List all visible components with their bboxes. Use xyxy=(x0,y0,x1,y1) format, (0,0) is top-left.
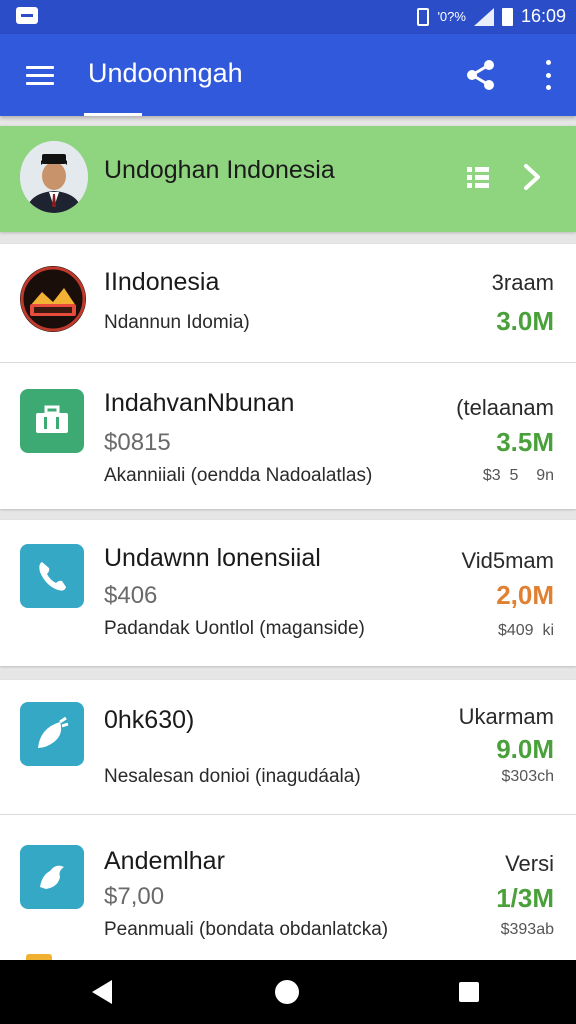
banner-title: Undoghan Indonesia xyxy=(104,156,335,184)
item-price: $0815 xyxy=(104,429,171,456)
phone-icon xyxy=(20,544,84,608)
item-description: Nesalesan donioi (inagudáala) xyxy=(104,766,361,787)
item-label: (telaanam xyxy=(456,395,554,420)
item-value: 9.0M xyxy=(496,734,554,764)
featured-banner[interactable]: Undoghan Indonesia xyxy=(0,126,576,232)
back-icon[interactable] xyxy=(92,980,112,1004)
more-options-icon[interactable] xyxy=(536,60,560,90)
item-description: Ndannun Idomia) xyxy=(104,312,250,333)
list-card: 0hk630) Nesalesan donioi (inagudáala) U… xyxy=(0,680,576,960)
item-label: Ukarmam xyxy=(458,704,554,729)
app-title: Undoonngah xyxy=(88,58,243,88)
recent-apps-icon[interactable] xyxy=(459,982,479,1002)
item-name: 0hk630) xyxy=(104,706,195,734)
item-subvalue: $393ab xyxy=(500,921,554,938)
item-subvalue: $303ch xyxy=(501,768,555,785)
item-price: $406 xyxy=(104,582,158,609)
item-description: Akanniiali (oendda Nadoalatlas) xyxy=(104,465,373,486)
battery-icon xyxy=(501,7,513,26)
item-value: 2,0M xyxy=(496,580,554,610)
list-item[interactable]: Undawnn lonensiial $406 Padandak Uontlol… xyxy=(0,520,576,666)
list-item[interactable]: IndahvanNbunan $0815 Akanniiali (oendda … xyxy=(0,362,576,509)
list-card: Undawnn lonensiial $406 Padandak Uontlol… xyxy=(0,520,576,666)
share-icon[interactable] xyxy=(464,58,498,92)
item-value: 3.5M xyxy=(496,427,554,457)
item-label: Vid5mam xyxy=(461,548,554,573)
item-subvalue: $409 ki xyxy=(497,622,554,639)
avatar xyxy=(20,141,88,213)
vibrate-icon xyxy=(417,7,430,26)
navigation-bar xyxy=(0,960,576,1024)
home-icon[interactable] xyxy=(275,980,299,1004)
item-name: IndahvanNbunan xyxy=(104,389,295,417)
list-item[interactable]: Andemlhar $7,00 Peanmuali (bondata obdan… xyxy=(0,814,576,960)
item-label: Versi xyxy=(505,851,554,876)
item-description: Peanmuali (bondata obdanlatcka) xyxy=(104,919,389,940)
list-item[interactable]: 0hk630) Nesalesan donioi (inagudáala) U… xyxy=(0,680,576,814)
item-label: 3raam xyxy=(491,270,554,295)
indonesia-logo-icon xyxy=(20,266,86,332)
briefcase-icon xyxy=(20,389,84,453)
status-bar: '0?% 16:09 xyxy=(0,0,576,34)
item-value: 3.0M xyxy=(496,306,554,336)
item-description: Padandak Uontlol (maganside) xyxy=(104,618,365,639)
item-price: $7,00 xyxy=(104,883,165,910)
item-name: IIndonesia xyxy=(104,268,220,296)
data-indicator: '0?% xyxy=(437,9,466,24)
status-indicators: '0?% 16:09 xyxy=(417,6,566,27)
list-card: IIndonesia Ndannun Idomia) 3raam 3.0M In… xyxy=(0,244,576,509)
menu-icon[interactable] xyxy=(26,66,54,86)
signal-icon xyxy=(473,7,494,26)
item-value: 1/3M xyxy=(496,883,554,913)
active-tab-indicator xyxy=(84,113,142,116)
item-name: Undawnn lonensiial xyxy=(104,544,321,572)
clock: 16:09 xyxy=(520,6,566,26)
chevron-right-icon[interactable] xyxy=(520,162,544,192)
bird-icon xyxy=(20,845,84,909)
item-name: Andemlhar xyxy=(104,847,225,875)
leaf-icon xyxy=(20,702,84,766)
list-item[interactable]: IIndonesia Ndannun Idomia) 3raam 3.0M xyxy=(0,244,576,362)
app-bar: Undoonngah xyxy=(0,34,576,116)
item-subvalue: $3 5 9n xyxy=(482,467,554,484)
notification-icon xyxy=(16,7,38,24)
list-view-icon[interactable] xyxy=(467,166,489,188)
